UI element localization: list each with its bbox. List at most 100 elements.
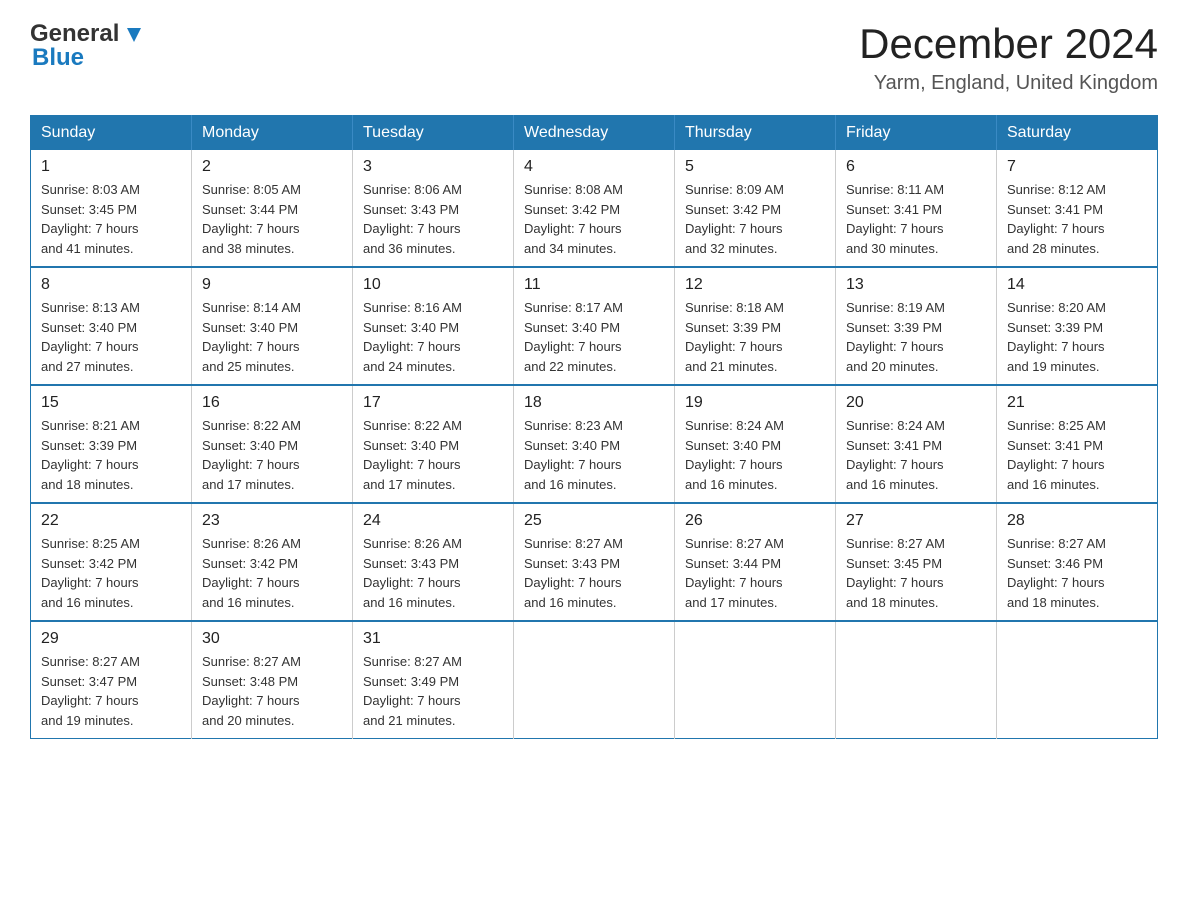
logo-text: General Blue bbox=[30, 20, 145, 72]
day-number: 23 bbox=[202, 512, 342, 530]
day-number: 4 bbox=[524, 158, 664, 176]
calendar-cell: 11 Sunrise: 8:17 AMSunset: 3:40 PMDaylig… bbox=[514, 267, 675, 385]
day-number: 1 bbox=[41, 158, 181, 176]
page-header: General Blue December 2024 Yarm, England… bbox=[30, 20, 1158, 95]
calendar-cell: 27 Sunrise: 8:27 AMSunset: 3:45 PMDaylig… bbox=[836, 503, 997, 621]
day-info: Sunrise: 8:03 AMSunset: 3:45 PMDaylight:… bbox=[41, 180, 181, 258]
calendar-week-row: 1 Sunrise: 8:03 AMSunset: 3:45 PMDayligh… bbox=[31, 150, 1158, 267]
day-number: 25 bbox=[524, 512, 664, 530]
day-info: Sunrise: 8:22 AMSunset: 3:40 PMDaylight:… bbox=[363, 416, 503, 494]
day-number: 27 bbox=[846, 512, 986, 530]
calendar-cell: 3 Sunrise: 8:06 AMSunset: 3:43 PMDayligh… bbox=[353, 150, 514, 267]
day-info: Sunrise: 8:18 AMSunset: 3:39 PMDaylight:… bbox=[685, 298, 825, 376]
day-info: Sunrise: 8:26 AMSunset: 3:43 PMDaylight:… bbox=[363, 534, 503, 612]
calendar-cell: 12 Sunrise: 8:18 AMSunset: 3:39 PMDaylig… bbox=[675, 267, 836, 385]
calendar-cell: 1 Sunrise: 8:03 AMSunset: 3:45 PMDayligh… bbox=[31, 150, 192, 267]
day-number: 15 bbox=[41, 394, 181, 412]
day-info: Sunrise: 8:09 AMSunset: 3:42 PMDaylight:… bbox=[685, 180, 825, 258]
logo: General Blue bbox=[30, 20, 145, 72]
day-info: Sunrise: 8:21 AMSunset: 3:39 PMDaylight:… bbox=[41, 416, 181, 494]
calendar-cell: 21 Sunrise: 8:25 AMSunset: 3:41 PMDaylig… bbox=[997, 385, 1158, 503]
calendar-cell: 18 Sunrise: 8:23 AMSunset: 3:40 PMDaylig… bbox=[514, 385, 675, 503]
day-number: 9 bbox=[202, 276, 342, 294]
day-info: Sunrise: 8:05 AMSunset: 3:44 PMDaylight:… bbox=[202, 180, 342, 258]
calendar-cell: 25 Sunrise: 8:27 AMSunset: 3:43 PMDaylig… bbox=[514, 503, 675, 621]
calendar-cell: 24 Sunrise: 8:26 AMSunset: 3:43 PMDaylig… bbox=[353, 503, 514, 621]
day-info: Sunrise: 8:08 AMSunset: 3:42 PMDaylight:… bbox=[524, 180, 664, 258]
day-number: 20 bbox=[846, 394, 986, 412]
day-info: Sunrise: 8:20 AMSunset: 3:39 PMDaylight:… bbox=[1007, 298, 1147, 376]
day-info: Sunrise: 8:25 AMSunset: 3:42 PMDaylight:… bbox=[41, 534, 181, 612]
col-tuesday: Tuesday bbox=[353, 116, 514, 151]
day-number: 18 bbox=[524, 394, 664, 412]
day-info: Sunrise: 8:27 AMSunset: 3:43 PMDaylight:… bbox=[524, 534, 664, 612]
col-thursday: Thursday bbox=[675, 116, 836, 151]
calendar-cell: 14 Sunrise: 8:20 AMSunset: 3:39 PMDaylig… bbox=[997, 267, 1158, 385]
day-info: Sunrise: 8:25 AMSunset: 3:41 PMDaylight:… bbox=[1007, 416, 1147, 494]
day-info: Sunrise: 8:16 AMSunset: 3:40 PMDaylight:… bbox=[363, 298, 503, 376]
day-number: 19 bbox=[685, 394, 825, 412]
col-saturday: Saturday bbox=[997, 116, 1158, 151]
calendar-week-row: 8 Sunrise: 8:13 AMSunset: 3:40 PMDayligh… bbox=[31, 267, 1158, 385]
day-number: 3 bbox=[363, 158, 503, 176]
day-info: Sunrise: 8:27 AMSunset: 3:48 PMDaylight:… bbox=[202, 652, 342, 730]
calendar-cell: 8 Sunrise: 8:13 AMSunset: 3:40 PMDayligh… bbox=[31, 267, 192, 385]
day-info: Sunrise: 8:26 AMSunset: 3:42 PMDaylight:… bbox=[202, 534, 342, 612]
day-info: Sunrise: 8:17 AMSunset: 3:40 PMDaylight:… bbox=[524, 298, 664, 376]
title-section: December 2024 Yarm, England, United King… bbox=[859, 20, 1158, 95]
day-number: 12 bbox=[685, 276, 825, 294]
day-info: Sunrise: 8:27 AMSunset: 3:47 PMDaylight:… bbox=[41, 652, 181, 730]
day-info: Sunrise: 8:19 AMSunset: 3:39 PMDaylight:… bbox=[846, 298, 986, 376]
calendar-title: December 2024 bbox=[859, 20, 1158, 68]
calendar-cell: 9 Sunrise: 8:14 AMSunset: 3:40 PMDayligh… bbox=[192, 267, 353, 385]
calendar-cell: 13 Sunrise: 8:19 AMSunset: 3:39 PMDaylig… bbox=[836, 267, 997, 385]
day-number: 2 bbox=[202, 158, 342, 176]
col-monday: Monday bbox=[192, 116, 353, 151]
day-number: 30 bbox=[202, 630, 342, 648]
day-number: 7 bbox=[1007, 158, 1147, 176]
day-number: 11 bbox=[524, 276, 664, 294]
day-number: 21 bbox=[1007, 394, 1147, 412]
calendar-cell: 5 Sunrise: 8:09 AMSunset: 3:42 PMDayligh… bbox=[675, 150, 836, 267]
calendar-cell: 16 Sunrise: 8:22 AMSunset: 3:40 PMDaylig… bbox=[192, 385, 353, 503]
day-info: Sunrise: 8:27 AMSunset: 3:49 PMDaylight:… bbox=[363, 652, 503, 730]
calendar-cell: 28 Sunrise: 8:27 AMSunset: 3:46 PMDaylig… bbox=[997, 503, 1158, 621]
calendar-cell: 4 Sunrise: 8:08 AMSunset: 3:42 PMDayligh… bbox=[514, 150, 675, 267]
day-info: Sunrise: 8:27 AMSunset: 3:45 PMDaylight:… bbox=[846, 534, 986, 612]
calendar-table: Sunday Monday Tuesday Wednesday Thursday… bbox=[30, 115, 1158, 739]
day-info: Sunrise: 8:11 AMSunset: 3:41 PMDaylight:… bbox=[846, 180, 986, 258]
day-number: 28 bbox=[1007, 512, 1147, 530]
day-info: Sunrise: 8:22 AMSunset: 3:40 PMDaylight:… bbox=[202, 416, 342, 494]
calendar-cell: 19 Sunrise: 8:24 AMSunset: 3:40 PMDaylig… bbox=[675, 385, 836, 503]
day-number: 17 bbox=[363, 394, 503, 412]
day-info: Sunrise: 8:27 AMSunset: 3:44 PMDaylight:… bbox=[685, 534, 825, 612]
day-number: 16 bbox=[202, 394, 342, 412]
calendar-cell: 29 Sunrise: 8:27 AMSunset: 3:47 PMDaylig… bbox=[31, 621, 192, 739]
calendar-cell bbox=[997, 621, 1158, 739]
day-info: Sunrise: 8:24 AMSunset: 3:41 PMDaylight:… bbox=[846, 416, 986, 494]
calendar-subtitle: Yarm, England, United Kingdom bbox=[859, 72, 1158, 95]
calendar-cell: 30 Sunrise: 8:27 AMSunset: 3:48 PMDaylig… bbox=[192, 621, 353, 739]
calendar-header-row: Sunday Monday Tuesday Wednesday Thursday… bbox=[31, 116, 1158, 151]
day-number: 26 bbox=[685, 512, 825, 530]
calendar-cell: 23 Sunrise: 8:26 AMSunset: 3:42 PMDaylig… bbox=[192, 503, 353, 621]
calendar-cell: 22 Sunrise: 8:25 AMSunset: 3:42 PMDaylig… bbox=[31, 503, 192, 621]
day-info: Sunrise: 8:12 AMSunset: 3:41 PMDaylight:… bbox=[1007, 180, 1147, 258]
calendar-cell: 26 Sunrise: 8:27 AMSunset: 3:44 PMDaylig… bbox=[675, 503, 836, 621]
logo-triangle-icon bbox=[123, 24, 145, 46]
calendar-cell bbox=[675, 621, 836, 739]
calendar-cell: 20 Sunrise: 8:24 AMSunset: 3:41 PMDaylig… bbox=[836, 385, 997, 503]
calendar-cell: 7 Sunrise: 8:12 AMSunset: 3:41 PMDayligh… bbox=[997, 150, 1158, 267]
day-number: 31 bbox=[363, 630, 503, 648]
day-number: 6 bbox=[846, 158, 986, 176]
calendar-week-row: 22 Sunrise: 8:25 AMSunset: 3:42 PMDaylig… bbox=[31, 503, 1158, 621]
day-number: 29 bbox=[41, 630, 181, 648]
day-number: 10 bbox=[363, 276, 503, 294]
calendar-week-row: 15 Sunrise: 8:21 AMSunset: 3:39 PMDaylig… bbox=[31, 385, 1158, 503]
calendar-cell bbox=[514, 621, 675, 739]
day-number: 5 bbox=[685, 158, 825, 176]
col-wednesday: Wednesday bbox=[514, 116, 675, 151]
calendar-cell: 17 Sunrise: 8:22 AMSunset: 3:40 PMDaylig… bbox=[353, 385, 514, 503]
calendar-cell: 10 Sunrise: 8:16 AMSunset: 3:40 PMDaylig… bbox=[353, 267, 514, 385]
calendar-cell: 15 Sunrise: 8:21 AMSunset: 3:39 PMDaylig… bbox=[31, 385, 192, 503]
